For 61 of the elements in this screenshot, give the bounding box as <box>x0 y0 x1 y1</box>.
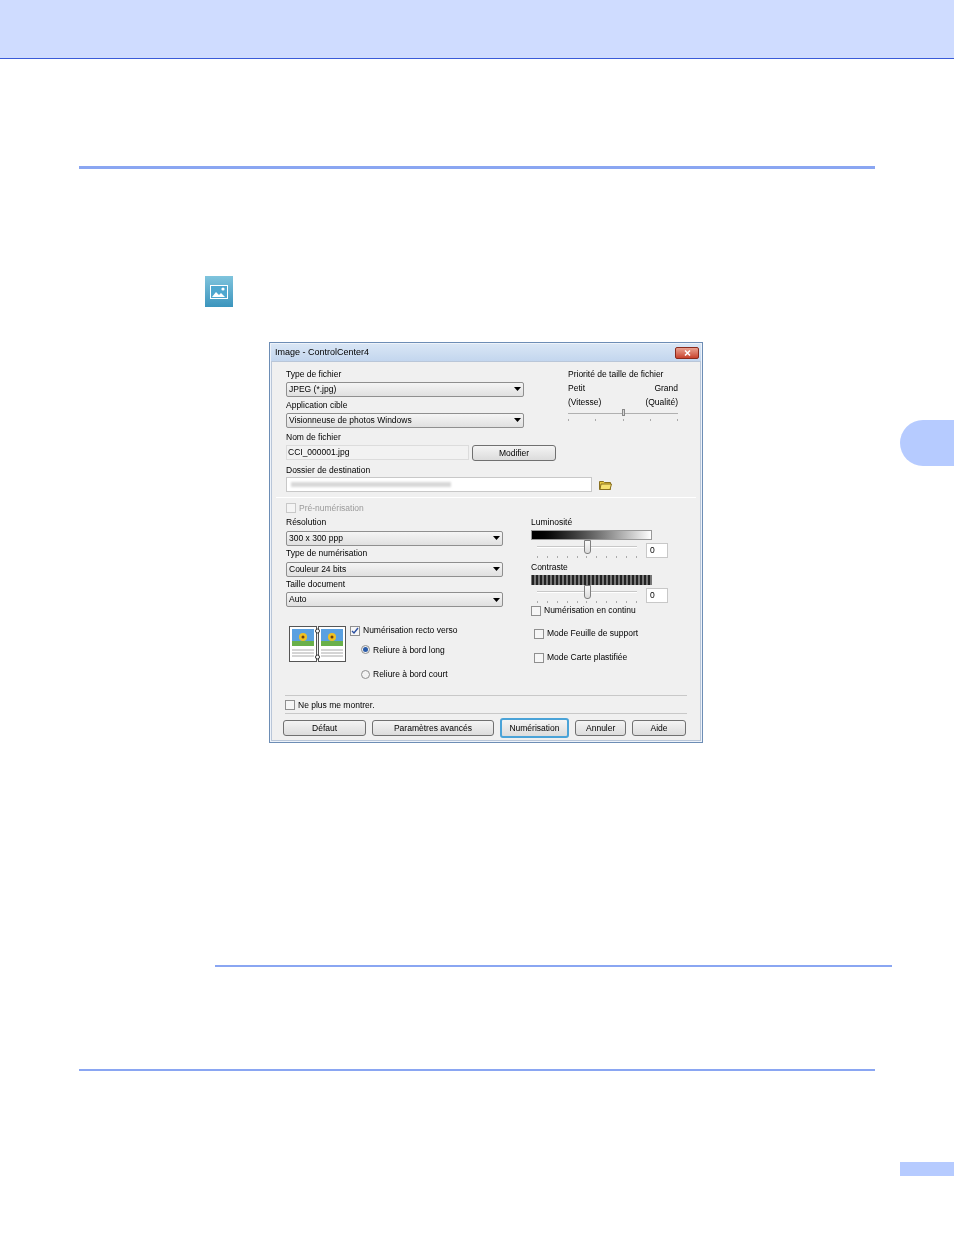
field-label: Résolution <box>286 516 328 529</box>
caret-icon <box>493 536 500 541</box>
folder-icon[interactable] <box>599 479 612 490</box>
checkbox[interactable] <box>531 605 541 616</box>
slider-track[interactable] <box>537 542 637 552</box>
close-button[interactable] <box>675 346 699 359</box>
field-label: Contraste <box>531 560 569 574</box>
priority-title: Priorité de taille de fichier <box>568 368 665 381</box>
field-label: Application cible <box>286 398 349 412</box>
dropdown[interactable]: Visionneuse de photos Windows <box>286 412 524 428</box>
caret-icon <box>493 567 500 571</box>
dropdown[interactable]: Auto <box>286 592 503 608</box>
dialog-button[interactable]: Paramètres avancés <box>372 720 494 736</box>
window-title: Image - ControlCenter4 <box>275 345 370 359</box>
checkbox[interactable] <box>534 652 544 663</box>
value-field[interactable]: 0 <box>646 587 668 603</box>
caret-icon <box>514 387 521 392</box>
slider-thumb[interactable] <box>621 409 625 417</box>
value-field[interactable]: 0 <box>646 542 668 558</box>
dropdown[interactable]: JPEG (*.jpg) <box>286 381 524 397</box>
dialog-button[interactable]: Numérisation <box>499 718 570 738</box>
checkbox-label: Pré-numérisation <box>299 501 364 515</box>
duplex-pages-drawing <box>289 625 346 662</box>
checkbox-label: Mode Feuille de support <box>547 627 639 640</box>
radio-button[interactable] <box>361 645 370 655</box>
field-label: Taille document <box>286 577 347 591</box>
scale-label: Grand <box>654 381 678 395</box>
modify-button[interactable]: Modifier <box>472 445 556 462</box>
scale-label: (Vitesse) <box>568 395 602 409</box>
dropdown[interactable]: 300 x 300 ppp <box>286 530 503 546</box>
folder-path-field[interactable] <box>286 477 592 492</box>
field-label: Type de numérisation <box>286 546 369 560</box>
slider-thumb[interactable] <box>583 539 591 554</box>
field-label: Luminosité <box>531 516 574 529</box>
field-label: Nom de fichier <box>286 430 342 444</box>
slider-track[interactable] <box>537 587 637 597</box>
scale-label: Petit <box>568 381 585 395</box>
checkbox-label: Ne plus me montrer. <box>298 698 375 712</box>
dropdown[interactable]: Couleur 24 bits <box>286 561 503 577</box>
dialog-button[interactable]: Défaut <box>283 720 367 736</box>
radio-label: Reliure à bord court <box>373 668 448 681</box>
slider-track[interactable] <box>568 409 678 418</box>
close-icon <box>683 349 691 356</box>
radio-button[interactable] <box>361 670 370 680</box>
slider-thumb[interactable] <box>583 584 591 599</box>
checkbox-label: Mode Carte plastifiée <box>547 651 628 664</box>
picture-icon <box>205 276 233 307</box>
radio-label: Reliure à bord long <box>373 643 445 657</box>
checkbox-label: Numérisation recto verso <box>363 624 458 637</box>
checkbox-label: Numérisation en continu <box>544 604 636 617</box>
dialog-button[interactable]: Annuler <box>575 720 627 736</box>
scale-label: (Qualité) <box>645 395 678 409</box>
field-label: Type de fichier <box>286 368 343 381</box>
checkbox[interactable] <box>534 628 544 639</box>
field-label: Dossier de destination <box>286 464 372 477</box>
checkbox[interactable] <box>350 625 360 636</box>
caret-icon <box>493 597 500 602</box>
checkbox[interactable] <box>285 700 295 710</box>
file-name-field[interactable]: CCI_000001.jpg <box>286 444 469 460</box>
dialog-button[interactable]: Aide <box>632 720 686 736</box>
caret-icon <box>514 418 521 422</box>
